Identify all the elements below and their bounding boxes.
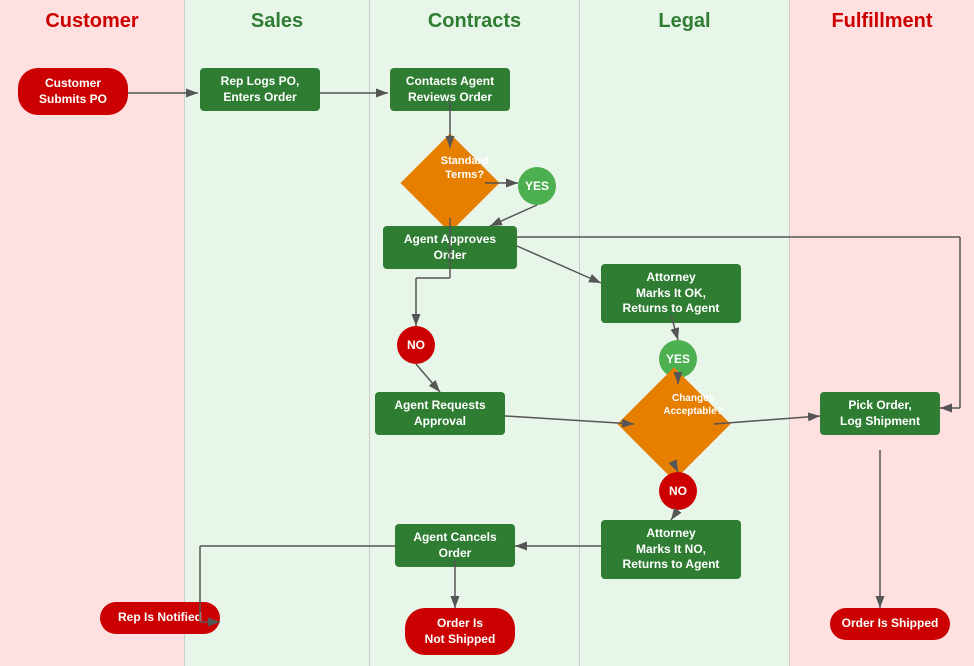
node-pick-order: Pick Order,Log Shipment xyxy=(820,392,940,435)
node-customer-submits-po: Customer Submits PO xyxy=(18,68,128,115)
node-order-not-shipped: Order IsNot Shipped xyxy=(405,608,515,655)
node-rep-notified: Rep Is Notified xyxy=(100,602,220,634)
swimlane-contracts-header: Contracts xyxy=(370,0,579,43)
node-no1: NO xyxy=(397,326,435,364)
swimlane-customer-header: Customer xyxy=(0,0,184,43)
node-order-shipped: Order Is Shipped xyxy=(830,608,950,640)
node-yes1: YES xyxy=(518,167,556,205)
swimlane-sales-header: Sales xyxy=(185,0,369,43)
swimlane-fulfillment: Fulfillment xyxy=(790,0,974,666)
node-agent-cancels: Agent CancelsOrder xyxy=(395,524,515,567)
node-agent-requests: Agent RequestsApproval xyxy=(375,392,505,435)
node-no2: NO xyxy=(659,472,697,510)
node-agent-approves: Agent ApprovesOrder xyxy=(383,226,517,269)
swimlane-fulfillment-header: Fulfillment xyxy=(790,0,974,43)
node-contacts-agent: Contacts AgentReviews Order xyxy=(390,68,510,111)
node-attorney-marks-no: AttorneyMarks It NO,Returns to Agent xyxy=(601,520,741,579)
node-attorney-marks-ok: AttorneyMarks It OK,Returns to Agent xyxy=(601,264,741,323)
flow-diagram: Customer Sales Contracts Legal Fulfillme… xyxy=(0,0,974,666)
swimlane-legal-header: Legal xyxy=(580,0,789,43)
node-rep-logs-po: Rep Logs PO,Enters Order xyxy=(200,68,320,111)
